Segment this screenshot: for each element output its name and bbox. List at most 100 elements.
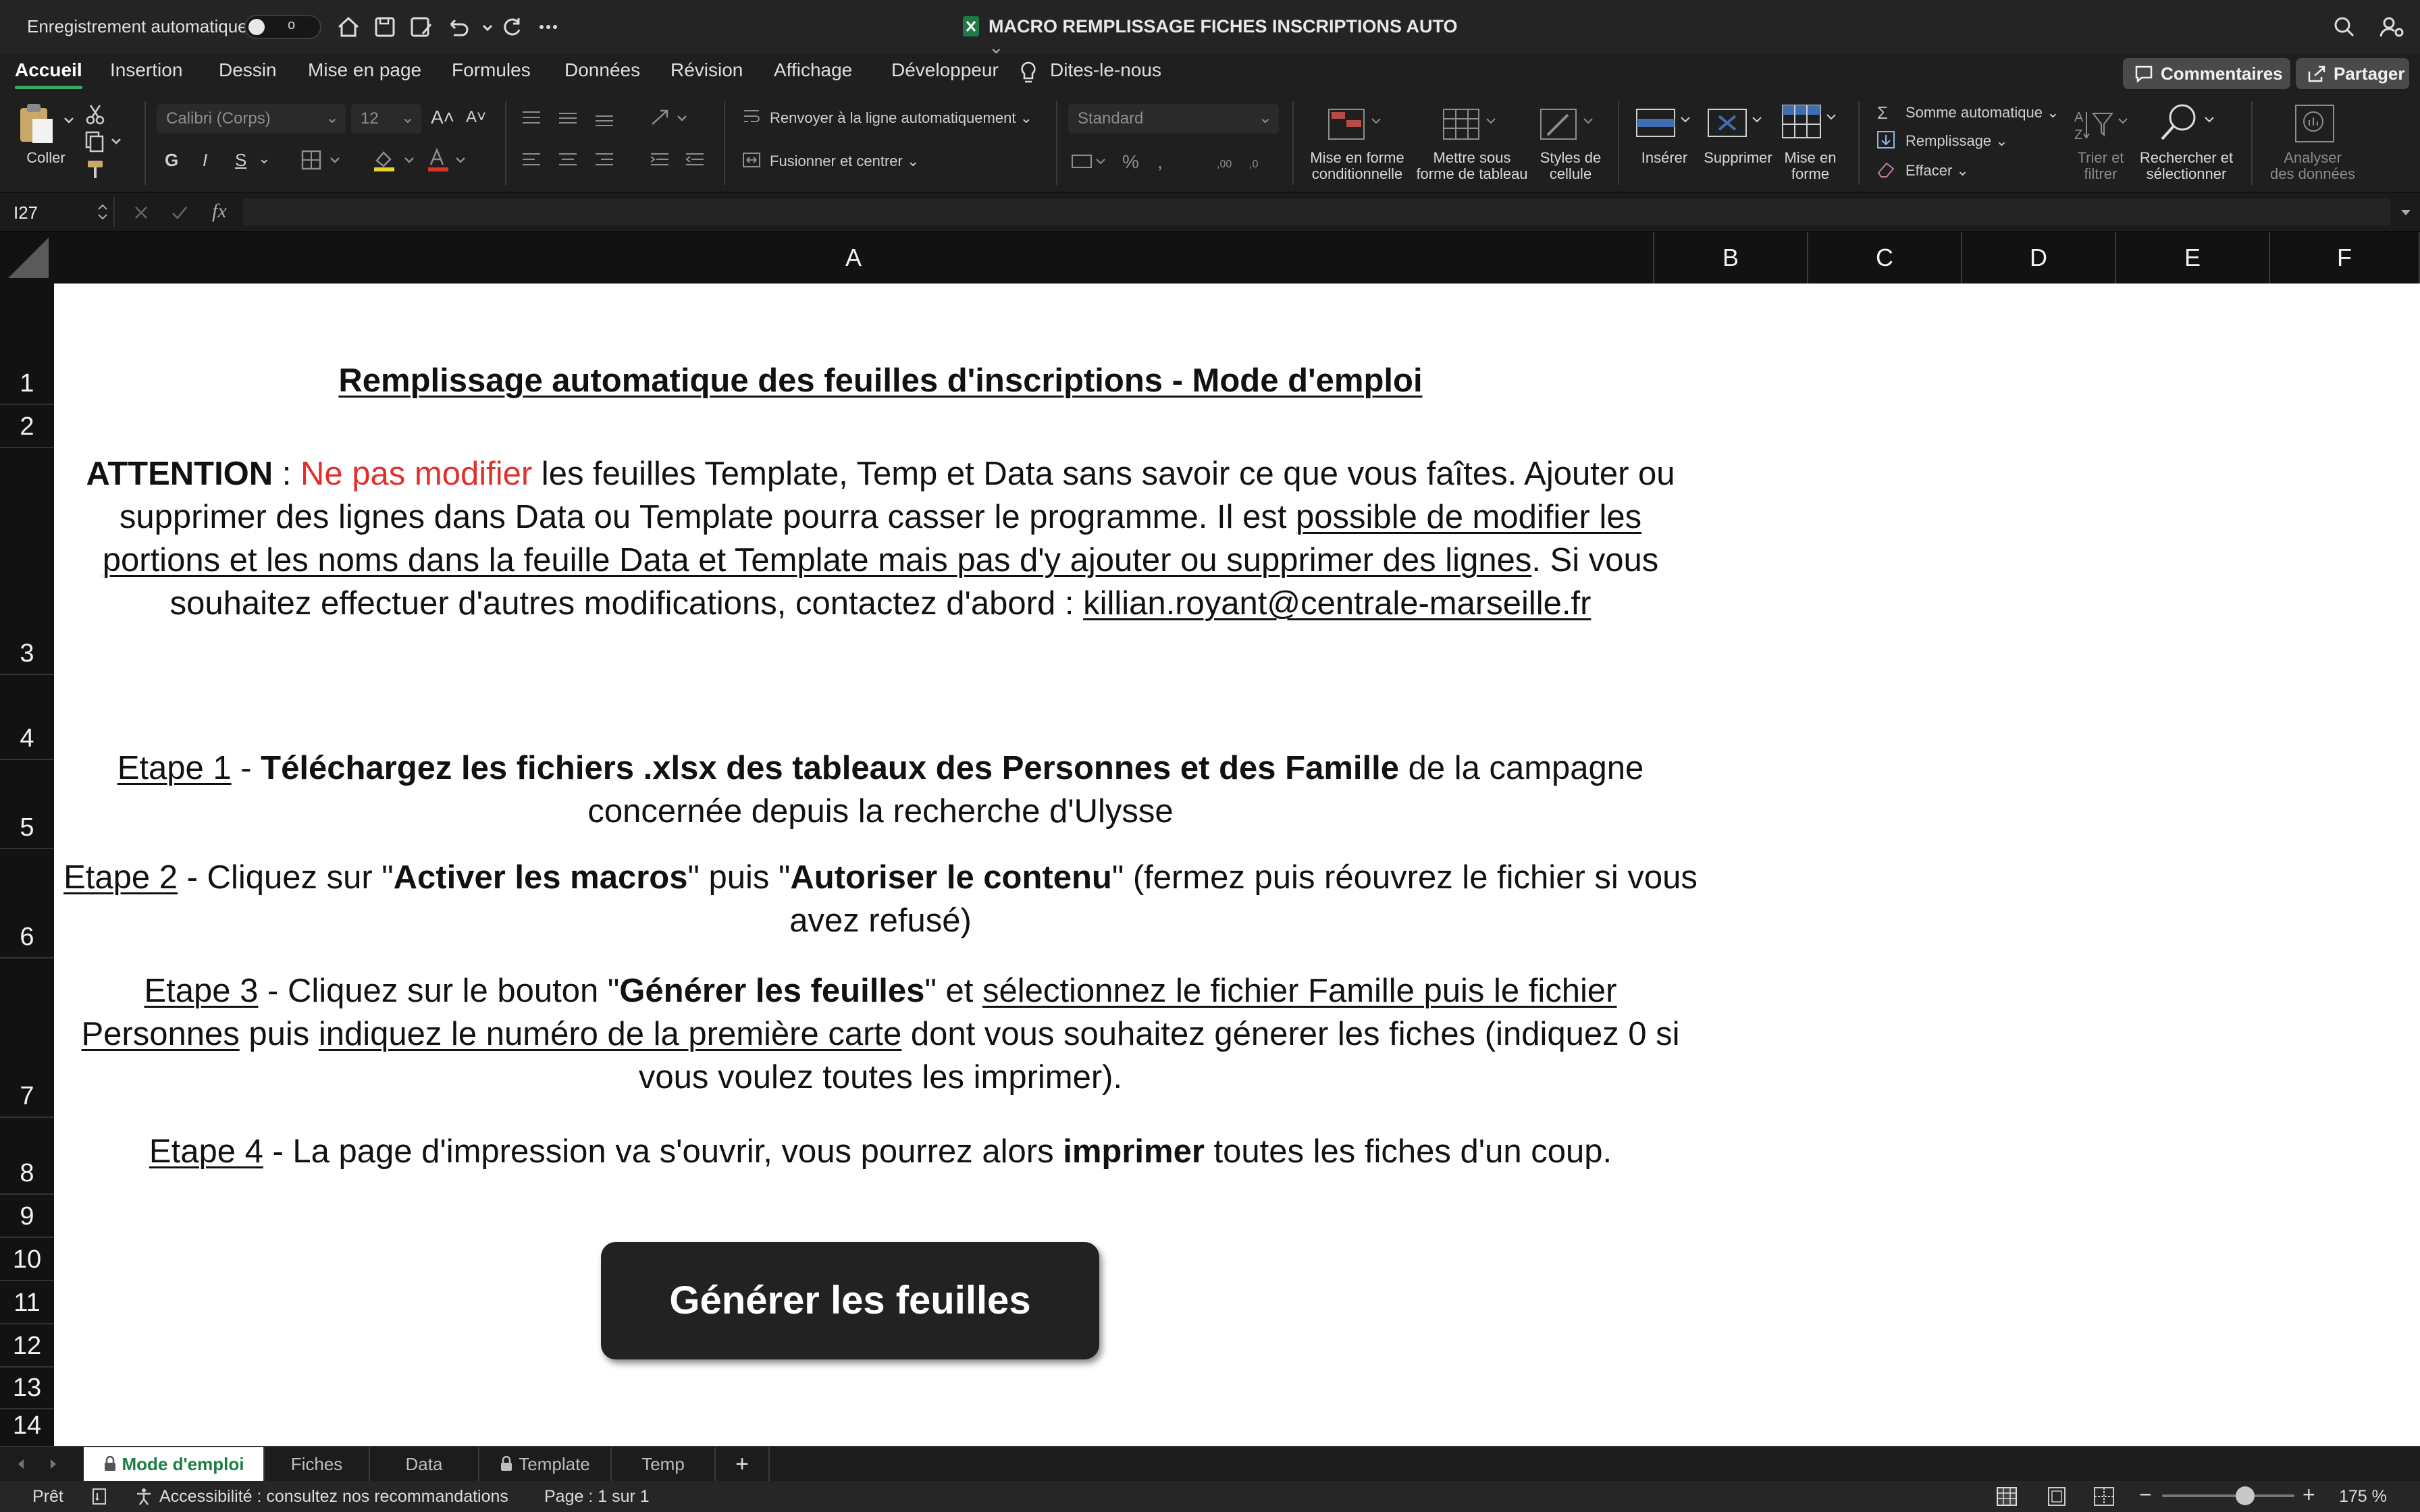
underline-dropdown-icon[interactable]: ⌄: [258, 150, 270, 167]
wrap-text-button[interactable]: Renvoyer à la ligne automatiquement ⌄: [770, 109, 1032, 127]
column-header-a[interactable]: A: [54, 232, 1654, 284]
tell-me-search[interactable]: Dites-le-nous: [1050, 59, 1161, 81]
expand-formula-bar-icon[interactable]: [2398, 205, 2413, 220]
sheet-tab-template[interactable]: Template: [479, 1447, 612, 1481]
more-icon[interactable]: [533, 12, 563, 42]
formula-input[interactable]: [243, 198, 2390, 225]
analyze-data-icon[interactable]: [2292, 101, 2339, 146]
autosave-toggle[interactable]: o: [244, 15, 321, 39]
format-cells-icon[interactable]: [1780, 101, 1841, 144]
clear-button[interactable]: Effacer ⌄: [1905, 162, 1969, 180]
normal-view-icon[interactable]: [1996, 1486, 2018, 1507]
font-name-select[interactable]: Calibri (Corps) ⌄: [157, 104, 346, 134]
tab-revision[interactable]: Révision: [670, 59, 743, 81]
cut-icon[interactable]: [84, 103, 107, 126]
autosum-button[interactable]: Somme automatique ⌄: [1905, 104, 2059, 122]
sheet-tab-fiches[interactable]: Fiches: [265, 1447, 370, 1481]
generate-sheets-button[interactable]: Générer les feuilles: [601, 1242, 1099, 1359]
column-header-b[interactable]: B: [1654, 232, 1808, 284]
select-all-corner[interactable]: [0, 232, 54, 284]
column-header-f[interactable]: F: [2270, 232, 2420, 284]
save-as-icon[interactable]: [406, 12, 436, 42]
scroll-tabs-right-icon[interactable]: [46, 1457, 61, 1472]
save-icon[interactable]: [370, 12, 400, 42]
font-color-icon[interactable]: [425, 147, 474, 173]
account-settings-icon[interactable]: [2377, 12, 2406, 42]
borders-icon[interactable]: [300, 148, 344, 171]
italic-button[interactable]: I: [203, 150, 207, 171]
paste-dropdown-icon[interactable]: [62, 113, 76, 127]
zoom-slider-thumb[interactable]: [2235, 1486, 2255, 1505]
row-header-14[interactable]: 14: [0, 1409, 54, 1446]
zoom-level[interactable]: 175 %: [2339, 1487, 2387, 1507]
decrease-font-icon[interactable]: A˅: [466, 108, 486, 127]
sheet-tab-temp[interactable]: Temp: [612, 1447, 716, 1481]
font-size-select[interactable]: 12 ⌄: [351, 104, 421, 134]
increase-font-icon[interactable]: A˄: [431, 107, 454, 128]
sort-filter-icon[interactable]: AZ: [2073, 105, 2134, 146]
row-header-9[interactable]: 9: [0, 1195, 54, 1238]
row-header-12[interactable]: 12: [0, 1324, 54, 1368]
row-header-6[interactable]: 6: [0, 849, 54, 959]
undo-icon[interactable]: [443, 12, 473, 42]
fill-color-icon[interactable]: [371, 147, 420, 173]
name-box-stepper-icon[interactable]: [95, 198, 111, 225]
tab-insertion[interactable]: Insertion: [110, 59, 182, 81]
vertical-align-icons[interactable]: [520, 108, 628, 128]
macro-record-icon[interactable]: [90, 1486, 111, 1507]
conditional-format-icon[interactable]: [1326, 105, 1387, 146]
horizontal-align-icons[interactable]: [520, 150, 635, 170]
orientation-icon[interactable]: [648, 107, 694, 130]
row-header-8[interactable]: 8: [0, 1118, 54, 1195]
tab-donnees[interactable]: Données: [564, 59, 640, 81]
insert-function-button[interactable]: fx: [212, 200, 227, 223]
format-painter-icon[interactable]: [84, 158, 107, 182]
merge-center-icon[interactable]: [741, 150, 762, 170]
merge-center-button[interactable]: Fusionner et centrer ⌄: [770, 153, 919, 170]
row-header-2[interactable]: 2: [0, 405, 54, 448]
scroll-tabs-left-icon[interactable]: [14, 1457, 28, 1472]
wrap-text-icon[interactable]: [741, 107, 762, 127]
page-layout-view-icon[interactable]: [2046, 1486, 2068, 1507]
row-header-1[interactable]: 1: [0, 284, 54, 405]
tab-affichage[interactable]: Affichage: [774, 59, 852, 81]
tab-developpeur[interactable]: Développeur: [891, 59, 999, 81]
column-header-d[interactable]: D: [1962, 232, 2116, 284]
fill-button[interactable]: Remplissage ⌄: [1905, 132, 2008, 150]
number-format-icons[interactable]: %, ,00 ,0: [1070, 150, 1272, 173]
cancel-entry-icon[interactable]: [132, 204, 150, 221]
copy-icon[interactable]: [84, 130, 124, 154]
accessibility-status[interactable]: Accessibilité : consultez nos recommanda…: [159, 1487, 508, 1507]
autosum-icon[interactable]: Σ: [1877, 103, 1888, 124]
indent-icons[interactable]: [648, 150, 709, 170]
tab-mise-en-page[interactable]: Mise en page: [308, 59, 421, 81]
accessibility-icon[interactable]: [134, 1486, 154, 1507]
eraser-icon[interactable]: [1876, 159, 1896, 180]
search-icon[interactable]: [2330, 12, 2359, 42]
tab-accueil[interactable]: Accueil: [15, 59, 82, 89]
tab-formules[interactable]: Formules: [452, 59, 531, 81]
paste-icon[interactable]: [16, 101, 57, 146]
row-header-7[interactable]: 7: [0, 959, 54, 1118]
zoom-slider[interactable]: [2162, 1486, 2294, 1505]
column-header-e[interactable]: E: [2116, 232, 2270, 284]
underline-button[interactable]: S: [235, 150, 246, 171]
cell-styles-icon[interactable]: [1538, 105, 1599, 146]
share-button[interactable]: Partager: [2296, 58, 2409, 89]
zoom-in-button[interactable]: +: [2303, 1482, 2315, 1507]
bold-button[interactable]: G: [165, 150, 178, 171]
confirm-entry-icon[interactable]: [170, 204, 189, 221]
home-icon[interactable]: [334, 12, 363, 42]
format-as-table-icon[interactable]: [1441, 105, 1502, 146]
row-header-5[interactable]: 5: [0, 760, 54, 849]
worksheet[interactable]: Remplissage automatique des feuilles d'i…: [54, 284, 2420, 1446]
page-break-view-icon[interactable]: [2093, 1486, 2115, 1507]
row-header-11[interactable]: 11: [0, 1281, 54, 1324]
row-header-13[interactable]: 13: [0, 1368, 54, 1409]
row-header-10[interactable]: 10: [0, 1238, 54, 1281]
redo-icon[interactable]: [497, 12, 527, 42]
sheet-tab-mode-emploi[interactable]: Mode d'emploi: [84, 1447, 265, 1481]
number-format-select[interactable]: Standard ⌄: [1068, 104, 1279, 134]
find-select-icon[interactable]: [2155, 101, 2219, 146]
add-sheet-button[interactable]: +: [716, 1447, 770, 1481]
